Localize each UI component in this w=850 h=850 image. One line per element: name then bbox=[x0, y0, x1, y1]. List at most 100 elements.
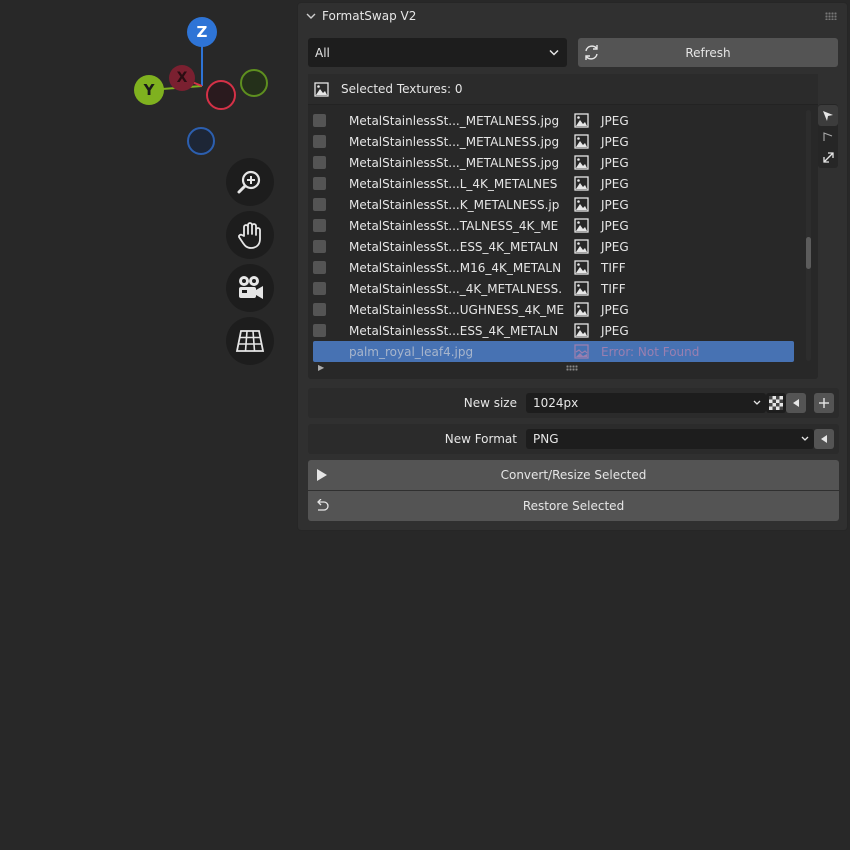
texture-list[interactable]: Selected Textures: 0 MetalStainlessSt...… bbox=[308, 74, 818, 379]
row-checkbox[interactable] bbox=[313, 177, 326, 190]
panel-title: FormatSwap V2 bbox=[322, 9, 417, 23]
texture-row[interactable]: MetalStainlessSt..._METALNESS.jpg JPEG bbox=[308, 152, 798, 173]
texture-filename: MetalStainlessSt..._METALNESS.jpg bbox=[349, 155, 560, 170]
add-size-button[interactable] bbox=[814, 393, 834, 413]
resize-tool-button[interactable] bbox=[818, 147, 838, 168]
row-checkbox[interactable] bbox=[313, 303, 326, 316]
zoom-button[interactable] bbox=[226, 158, 274, 206]
texture-rows: MetalStainlessSt..._METALNESS.jpg JPEG Met… bbox=[308, 110, 798, 362]
camera-view-button[interactable] bbox=[226, 264, 274, 312]
gizmo-neg-y-ball[interactable] bbox=[240, 69, 268, 97]
texture-filename: palm_royal_leaf4.jpg bbox=[349, 344, 474, 359]
expand-filter-arrow-icon[interactable]: ▶ bbox=[318, 363, 324, 372]
image-icon bbox=[574, 323, 589, 338]
image-icon bbox=[574, 218, 589, 233]
chevron-down-icon bbox=[549, 49, 559, 56]
cursor-arrow-icon bbox=[823, 110, 833, 121]
hand-pan-icon bbox=[238, 222, 261, 249]
texture-row[interactable]: MetalStainlessSt..._4K_METALNESS. TIFF bbox=[308, 278, 798, 299]
texture-row[interactable]: MetalStainlessSt...ESS_4K_METALN JPEG bbox=[308, 320, 798, 341]
texture-format: JPEG bbox=[601, 239, 629, 254]
undo-icon bbox=[317, 499, 329, 511]
texture-row[interactable]: MetalStainlessSt..._METALNESS.jpg JPEG bbox=[308, 131, 798, 152]
new-size-row: New size 1024px bbox=[308, 388, 839, 418]
row-checkbox[interactable] bbox=[313, 198, 326, 211]
list-scrollbar-thumb[interactable] bbox=[806, 237, 811, 269]
row-checkbox[interactable] bbox=[313, 324, 326, 337]
gizmo-z-ball[interactable]: Z bbox=[187, 17, 217, 47]
texture-row[interactable]: MetalStainlessSt...L_4K_METALNES JPEG bbox=[308, 173, 798, 194]
ortho-toggle-button[interactable] bbox=[226, 317, 274, 365]
image-icon bbox=[314, 81, 329, 97]
texture-format: JPEG bbox=[601, 302, 629, 317]
texture-row[interactable]: MetalStainlessSt...TALNESS_4K_ME JPEG bbox=[308, 215, 798, 236]
texture-filename: MetalStainlessSt..._METALNESS.jpg bbox=[349, 134, 560, 149]
gizmo-neg-x-ball[interactable] bbox=[206, 80, 236, 110]
new-size-dropdown[interactable]: 1024px bbox=[526, 393, 766, 413]
broken-image-icon bbox=[574, 344, 589, 359]
select-tool-button[interactable] bbox=[818, 105, 838, 126]
texture-filename: MetalStainlessSt...UGHNESS_4K_ME bbox=[349, 302, 565, 317]
texture-row[interactable]: MetalStainlessSt...UGHNESS_4K_ME JPEG bbox=[308, 299, 798, 320]
list-scrollbar-track[interactable] bbox=[806, 110, 811, 361]
play-icon bbox=[317, 469, 327, 481]
triangle-left-icon bbox=[793, 399, 799, 407]
gizmo-x-ball[interactable]: X bbox=[169, 65, 195, 91]
texture-error-status: Error: Not Found bbox=[601, 344, 700, 359]
chevron-down-icon bbox=[801, 436, 809, 441]
image-icon bbox=[574, 302, 589, 317]
image-icon bbox=[574, 155, 589, 170]
filter-dropdown[interactable]: All bbox=[308, 38, 567, 67]
row-checkbox[interactable] bbox=[313, 240, 326, 253]
chevron-down-icon[interactable] bbox=[306, 12, 316, 20]
texture-format: TIFF bbox=[601, 260, 626, 275]
checker-size-button[interactable] bbox=[766, 393, 786, 413]
texture-filename: MetalStainlessSt...ESS_4K_METALN bbox=[349, 239, 559, 254]
row-checkbox[interactable] bbox=[313, 114, 326, 127]
convert-resize-button[interactable]: Convert/Resize Selected bbox=[308, 460, 839, 490]
refresh-label: Refresh bbox=[685, 45, 731, 60]
new-size-label: New size bbox=[463, 396, 517, 410]
list-side-tools bbox=[818, 104, 838, 168]
row-checkbox[interactable] bbox=[313, 282, 326, 295]
pan-button[interactable] bbox=[226, 211, 274, 259]
restore-button[interactable]: Restore Selected bbox=[308, 491, 839, 521]
texture-format: TIFF bbox=[601, 281, 626, 296]
new-format-row: New Format PNG bbox=[308, 424, 839, 454]
texture-format: JPEG bbox=[601, 323, 629, 338]
filter-value: All bbox=[315, 45, 330, 60]
zoom-icon bbox=[237, 170, 261, 194]
navigation-gizmo[interactable]: X Z Y bbox=[120, 10, 280, 170]
texture-row[interactable]: MetalStainlessSt..._METALNESS.jpg JPEG bbox=[308, 110, 798, 131]
texture-row[interactable]: MetalStainlessSt...M16_4K_METALN TIFF bbox=[308, 257, 798, 278]
select-outline-tool-button[interactable] bbox=[818, 126, 838, 147]
triangle-left-icon bbox=[821, 435, 827, 443]
texture-filename: MetalStainlessSt...TALNESS_4K_ME bbox=[349, 218, 559, 233]
convert-resize-label: Convert/Resize Selected bbox=[500, 468, 647, 482]
texture-row[interactable]: MetalStainlessSt...ESS_4K_METALN JPEG bbox=[308, 236, 798, 257]
camera-icon bbox=[239, 276, 263, 299]
list-resize-grip-icon[interactable] bbox=[566, 365, 578, 371]
texture-format: JPEG bbox=[601, 113, 629, 128]
texture-row[interactable]: MetalStainlessSt...K_METALNESS.jp JPEG bbox=[308, 194, 798, 215]
image-icon bbox=[574, 260, 589, 275]
grid-icon bbox=[235, 330, 265, 352]
texture-row-selected[interactable]: palm_royal_leaf4.jpg Error: Not Found bbox=[313, 341, 794, 362]
size-decrement-button[interactable] bbox=[786, 393, 806, 413]
drag-grip-icon[interactable] bbox=[825, 12, 837, 20]
list-header: Selected Textures: 0 bbox=[308, 74, 818, 105]
refresh-icon bbox=[585, 45, 598, 60]
row-checkbox[interactable] bbox=[313, 156, 326, 169]
format-decrement-button[interactable] bbox=[814, 429, 834, 449]
row-checkbox[interactable] bbox=[313, 219, 326, 232]
gizmo-neg-z-ball[interactable] bbox=[187, 127, 215, 155]
panel-header[interactable]: FormatSwap V2 bbox=[298, 3, 847, 29]
row-checkbox[interactable] bbox=[313, 135, 326, 148]
image-icon bbox=[574, 281, 589, 296]
row-checkbox[interactable] bbox=[313, 261, 326, 274]
texture-filename: MetalStainlessSt...ESS_4K_METALN bbox=[349, 323, 559, 338]
gizmo-y-ball[interactable]: Y bbox=[134, 75, 164, 105]
new-format-dropdown[interactable]: PNG bbox=[526, 429, 814, 449]
new-format-value: PNG bbox=[533, 432, 559, 446]
refresh-button[interactable]: Refresh bbox=[578, 38, 838, 67]
